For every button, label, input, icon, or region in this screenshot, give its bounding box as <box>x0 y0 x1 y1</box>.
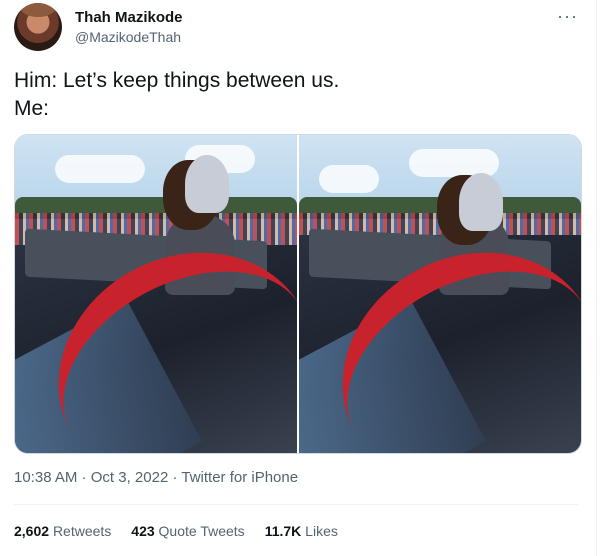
more-options-icon[interactable]: ··· <box>557 6 578 27</box>
tweet-text-line-2: Me: <box>14 97 50 120</box>
likes-count: 11.7K <box>264 523 302 539</box>
meta-separator: · <box>168 469 182 486</box>
tweet-date[interactable]: Oct 3, 2022 <box>91 469 169 486</box>
tweet-time[interactable]: 10:38 AM <box>14 469 77 486</box>
tweet-stats: 2,602 Retweets 423 Quote Tweets 11.7K Li… <box>14 523 338 539</box>
divider <box>14 504 578 505</box>
person-headwrap <box>185 155 229 213</box>
likes-stat[interactable]: 11.7K Likes <box>265 523 338 539</box>
quote-tweets-stat[interactable]: 423 Quote Tweets <box>131 523 244 539</box>
media-photo-2[interactable] <box>299 135 581 453</box>
avatar[interactable] <box>14 3 62 51</box>
retweets-label: Retweets <box>52 523 112 539</box>
photo-cloud <box>319 165 379 193</box>
avatar-hat <box>20 3 56 17</box>
likes-label: Likes <box>305 523 338 539</box>
tweet-meta: 10:38 AM · Oct 3, 2022 · Twitter for iPh… <box>14 469 298 486</box>
meta-separator: · <box>77 469 91 486</box>
author-name[interactable]: Thah Mazikode <box>75 9 183 26</box>
media-photo-1[interactable] <box>15 135 297 453</box>
tweet: Thah Mazikode @MazikodeThah ··· Him: Let… <box>0 0 597 556</box>
media-grid <box>14 134 582 454</box>
tweet-source[interactable]: Twitter for iPhone <box>181 469 298 486</box>
photo-cloud <box>55 155 145 183</box>
tweet-text-line-1: Him: Let’s keep things between us. <box>14 69 340 92</box>
author-handle[interactable]: @MazikodeThah <box>75 29 181 45</box>
quote-tweets-count: 423 <box>131 523 155 539</box>
retweets-stat[interactable]: 2,602 Retweets <box>14 523 111 539</box>
retweets-count: 2,602 <box>14 523 50 539</box>
tweet-text: Him: Let’s keep things between us. Me: <box>14 67 339 123</box>
person-headwrap <box>459 173 503 231</box>
quote-tweets-label: Quote Tweets <box>158 523 245 539</box>
